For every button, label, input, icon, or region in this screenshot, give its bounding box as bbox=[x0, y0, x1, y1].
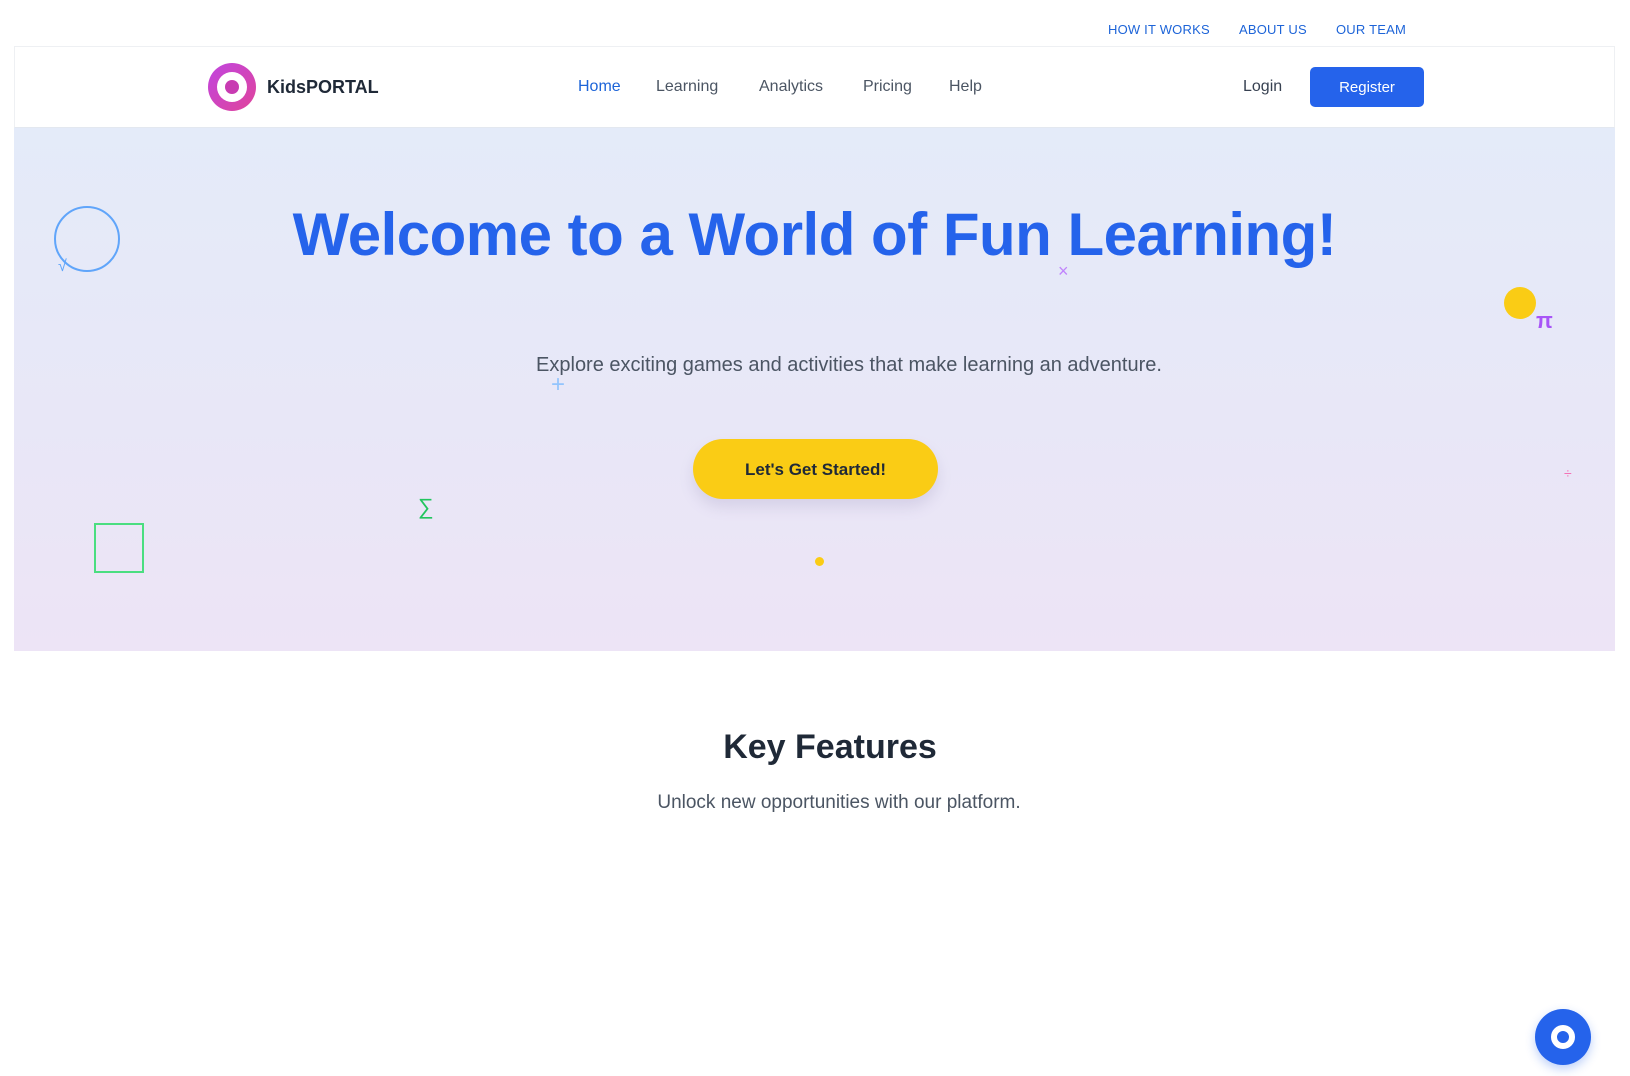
chat-button[interactable] bbox=[1535, 1009, 1591, 1065]
square-outline-decoration bbox=[94, 523, 144, 573]
nav-item-analytics[interactable]: Analytics bbox=[759, 78, 823, 96]
hero-title: Welcome to a World of Fun Learning! bbox=[292, 201, 1337, 268]
features-title: Key Features bbox=[723, 728, 937, 766]
nav-item-pricing[interactable]: Pricing bbox=[863, 78, 912, 96]
top-link-about-us[interactable]: ABOUT US bbox=[1239, 22, 1307, 37]
chat-icon bbox=[1551, 1025, 1575, 1049]
pi-symbol-decoration: π bbox=[1536, 308, 1553, 333]
hero-subtitle: Explore exciting games and activities th… bbox=[536, 354, 1162, 376]
yellow-dot-decoration bbox=[815, 557, 824, 566]
nav-item-learning[interactable]: Learning bbox=[656, 78, 718, 96]
nav-item-home[interactable]: Home bbox=[578, 78, 621, 96]
hero-section: √ × π + ∑ ÷ Welcome to a World of Fun Le… bbox=[14, 128, 1615, 651]
features-subtitle: Unlock new opportunities with our platfo… bbox=[657, 792, 1021, 813]
top-link-how-it-works[interactable]: HOW IT WORKS bbox=[1108, 22, 1210, 37]
brand-name[interactable]: KidsPORTAL bbox=[267, 77, 379, 98]
top-link-our-team[interactable]: OUR TEAM bbox=[1336, 22, 1406, 37]
login-link[interactable]: Login bbox=[1243, 78, 1282, 96]
main-navigation: KidsPORTAL Home Learning Analytics Prici… bbox=[14, 46, 1615, 128]
register-button[interactable]: Register bbox=[1310, 67, 1424, 107]
sigma-symbol-decoration: ∑ bbox=[418, 494, 434, 519]
divide-symbol-decoration: ÷ bbox=[1564, 465, 1572, 481]
target-logo-icon[interactable] bbox=[208, 63, 256, 111]
nav-item-help[interactable]: Help bbox=[949, 78, 982, 96]
get-started-button[interactable]: Let's Get Started! bbox=[693, 439, 938, 499]
yellow-circle-decoration bbox=[1504, 287, 1536, 319]
top-utility-bar: HOW IT WORKS ABOUT US OUR TEAM bbox=[0, 0, 1630, 46]
